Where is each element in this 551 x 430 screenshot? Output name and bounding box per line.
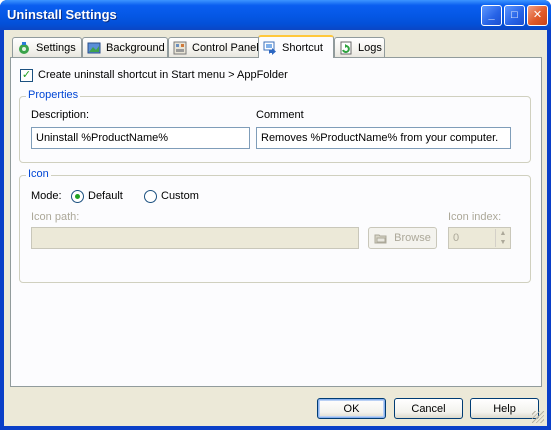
shortcut-tab-panel: ✓ Create uninstall shortcut in Start men… xyxy=(10,57,542,387)
browse-label: Browse xyxy=(394,232,431,244)
comment-label: Comment xyxy=(256,109,304,121)
close-button[interactable]: ✕ xyxy=(527,5,548,26)
mode-label: Mode: xyxy=(31,190,62,202)
dialog-window: Uninstall Settings _ □ ✕ Settings Backgr… xyxy=(0,0,551,430)
tab-logs[interactable]: Logs xyxy=(334,37,385,57)
tab-shortcut-label: Shortcut xyxy=(282,41,323,54)
browse-button[interactable]: Browse xyxy=(368,227,437,249)
tab-background[interactable]: Background xyxy=(82,37,168,57)
mode-default-label[interactable]: Default xyxy=(88,190,123,202)
resize-grip[interactable] xyxy=(532,411,544,423)
icon-index-label: Icon index: xyxy=(448,211,502,223)
icon-index-spinner[interactable]: ▲ ▼ xyxy=(495,229,510,247)
comment-input[interactable]: Removes %ProductName% from your computer… xyxy=(256,127,511,149)
spin-down-icon[interactable]: ▼ xyxy=(496,238,510,247)
close-icon: ✕ xyxy=(532,9,543,21)
mode-custom-label[interactable]: Custom xyxy=(161,190,199,202)
cancel-label: Cancel xyxy=(411,402,446,415)
folder-icon xyxy=(374,232,388,245)
checkmark-icon: ✓ xyxy=(21,69,32,81)
tab-shortcut[interactable]: Shortcut xyxy=(258,35,334,58)
logs-icon xyxy=(339,41,353,55)
mode-default-radio[interactable] xyxy=(71,190,84,203)
tab-settings-label: Settings xyxy=(36,41,76,54)
tab-settings[interactable]: Settings xyxy=(12,37,82,57)
minimize-icon: _ xyxy=(488,9,495,21)
window-title: Uninstall Settings xyxy=(7,7,117,22)
ok-button[interactable]: OK xyxy=(317,398,386,419)
spin-up-icon[interactable]: ▲ xyxy=(496,229,510,238)
settings-icon xyxy=(17,41,31,55)
control-panel-icon xyxy=(173,41,187,55)
cancel-button[interactable]: Cancel xyxy=(394,398,463,419)
maximize-button[interactable]: □ xyxy=(504,5,525,26)
icon-group: Icon Mode: Default Custom Icon path: Bro… xyxy=(19,168,531,283)
tab-background-label: Background xyxy=(106,41,165,54)
title-bar[interactable]: Uninstall Settings _ □ ✕ xyxy=(0,0,551,30)
icon-group-legend: Icon xyxy=(26,168,51,180)
icon-index-input[interactable]: 0 ▲ ▼ xyxy=(448,227,511,249)
help-label: Help xyxy=(493,402,516,415)
create-shortcut-checkbox[interactable]: ✓ xyxy=(20,69,33,82)
tab-logs-label: Logs xyxy=(358,41,382,54)
create-shortcut-label[interactable]: Create uninstall shortcut in Start menu … xyxy=(38,69,288,81)
icon-index-value: 0 xyxy=(453,232,460,244)
properties-group: Properties Description: Uninstall %Produ… xyxy=(19,89,531,163)
icon-path-input[interactable] xyxy=(31,227,359,249)
radio-selected-icon xyxy=(75,194,80,199)
icon-path-label: Icon path: xyxy=(31,211,80,223)
properties-group-legend: Properties xyxy=(26,89,81,101)
tab-control-panel[interactable]: Control Panel xyxy=(168,37,260,57)
ok-label: OK xyxy=(343,402,360,415)
maximize-icon: □ xyxy=(511,9,518,21)
tab-control-panel-label: Control Panel xyxy=(192,41,259,54)
description-input[interactable]: Uninstall %ProductName% xyxy=(31,127,250,149)
shortcut-icon xyxy=(263,41,277,55)
background-icon xyxy=(87,41,101,55)
dialog-client-area: Settings Background Control Panel Shortc… xyxy=(4,30,547,426)
help-button[interactable]: Help xyxy=(470,398,539,419)
minimize-button[interactable]: _ xyxy=(481,5,502,26)
mode-custom-radio[interactable] xyxy=(144,190,157,203)
description-label: Description: xyxy=(31,109,90,121)
